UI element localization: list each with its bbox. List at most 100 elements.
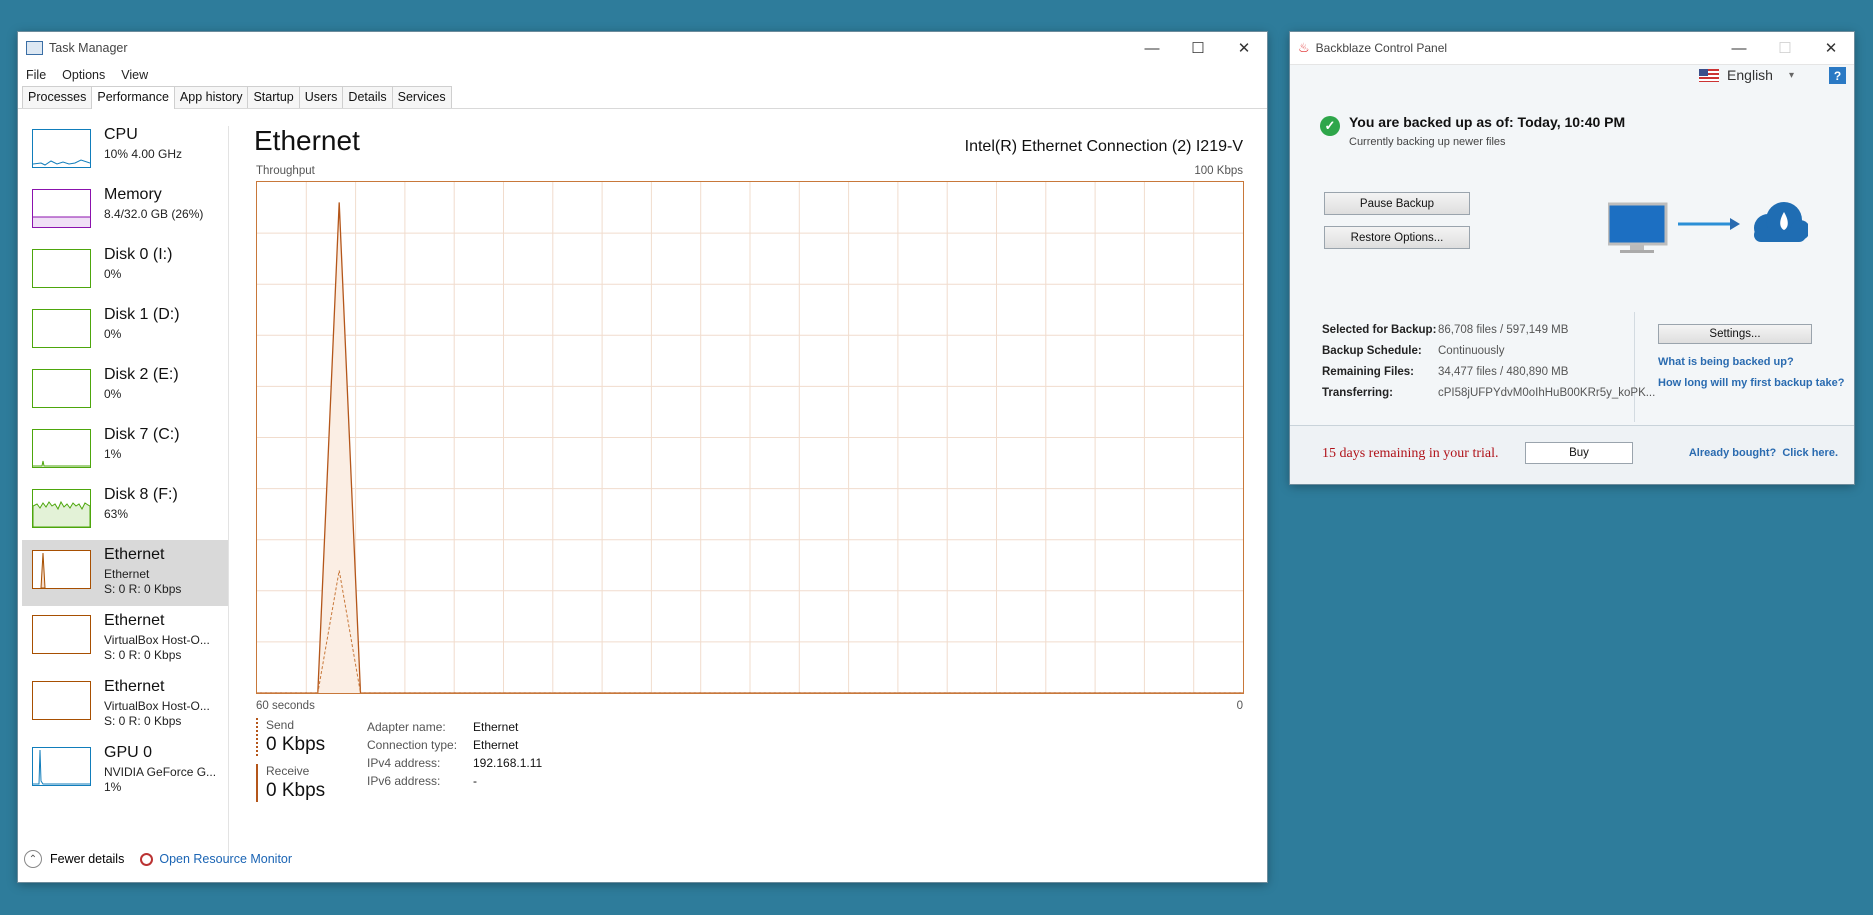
sidebar-item-disk-1[interactable]: Disk 1 (D:) 0% (22, 300, 228, 360)
receive-label: Receive (266, 764, 310, 778)
menu-view[interactable]: View (113, 68, 156, 82)
sidebar-item-ethernet-vbox-2[interactable]: Ethernet VirtualBox Host-O... S: 0 R: 0 … (22, 672, 228, 738)
ethernet-thumbnail (32, 681, 91, 720)
sidebar-item-value: VirtualBox Host-O... (104, 633, 210, 647)
sidebar-item-disk-8[interactable]: Disk 8 (F:) 63% (22, 480, 228, 540)
detail-value: 34,477 files / 480,890 MB (1438, 366, 1569, 378)
tab-app-history[interactable]: App history (173, 86, 249, 108)
settings-button[interactable]: Settings... (1658, 324, 1812, 344)
backblaze-flame-icon: ♨ (1298, 40, 1310, 55)
computer-icon (1606, 202, 1668, 253)
help-icon[interactable]: ? (1829, 67, 1846, 84)
close-icon[interactable]: ✕ (1808, 32, 1854, 64)
menu-file[interactable]: File (18, 68, 54, 82)
sidebar-item-disk-0[interactable]: Disk 0 (I:) 0% (22, 240, 228, 300)
graph-label: Throughput (256, 165, 315, 177)
graph-max-label: 100 Kbps (1194, 165, 1243, 177)
sidebar-item-title: Disk 1 (D:) (104, 306, 180, 323)
performance-sidebar: CPU 10% 4.00 GHz Memory 8.4/32.0 GB (26%… (22, 120, 228, 804)
sidebar-item-title: CPU (104, 126, 138, 143)
detail-row: Backup Schedule: Continuously (1322, 345, 1655, 366)
gpu-thumbnail (32, 747, 91, 786)
sidebar-item-gpu-0[interactable]: GPU 0 NVIDIA GeForce G... 1% (22, 738, 228, 804)
first-backup-time-link[interactable]: How long will my first backup take? (1658, 377, 1844, 398)
graph-x-right-label: 0 (1236, 700, 1243, 712)
minimize-icon[interactable]: — (1716, 32, 1762, 64)
task-manager-window: Task Manager — ☐ ✕ File Options View Pro… (18, 32, 1267, 882)
send-stat: Send 0 Kbps (256, 718, 325, 756)
help-links: What is being backed up? How long will m… (1658, 356, 1844, 398)
window-title: Backblaze Control Panel (1315, 41, 1448, 55)
tab-performance[interactable]: Performance (91, 86, 175, 109)
sidebar-item-value: 0% (104, 267, 122, 281)
tab-users[interactable]: Users (298, 86, 344, 108)
tm-footer: ⌃ Fewer details Open Resource Monitor (24, 850, 292, 868)
sidebar-item-ethernet[interactable]: Ethernet Ethernet S: 0 R: 0 Kbps (22, 540, 228, 606)
sidebar-item-value: 0% (104, 387, 122, 401)
arrow-icon (1678, 218, 1740, 230)
open-resource-monitor-link[interactable]: Open Resource Monitor (159, 852, 292, 866)
sidebar-item-value: 10% 4.00 GHz (104, 147, 183, 161)
sidebar-item-title: Ethernet (104, 678, 165, 695)
sidebar-item-cpu[interactable]: CPU 10% 4.00 GHz (22, 120, 228, 180)
property-row: IPv6 address: - (367, 774, 542, 792)
bb-titlebar[interactable]: ♨ Backblaze Control Panel — ☐ ✕ (1290, 32, 1854, 65)
sidebar-item-ethernet-vbox-1[interactable]: Ethernet VirtualBox Host-O... S: 0 R: 0 … (22, 606, 228, 672)
backup-details: Selected for Backup: 86,708 files / 597,1… (1322, 324, 1655, 408)
sidebar-item-rate: S: 0 R: 0 Kbps (104, 648, 182, 662)
property-key: IPv4 address: (367, 756, 441, 770)
property-key: Adapter name: (367, 720, 446, 734)
send-label: Send (266, 718, 295, 732)
sidebar-item-value: Ethernet (104, 567, 150, 581)
detail-row: Transferring: cPI58jUFPYdvM0oIhHuB00KRr5y… (1322, 387, 1655, 408)
window-title: Task Manager (49, 41, 128, 55)
sidebar-item-title: Disk 8 (F:) (104, 486, 178, 503)
menu-bar: File Options View (18, 64, 156, 86)
chevron-up-icon[interactable]: ⌃ (24, 850, 42, 868)
what-backed-up-link[interactable]: What is being backed up? (1658, 356, 1844, 377)
property-value: Ethernet (473, 738, 519, 752)
tab-processes[interactable]: Processes (22, 86, 93, 108)
buy-button[interactable]: Buy (1525, 442, 1633, 464)
sidebar-item-memory[interactable]: Memory 8.4/32.0 GB (26%) (22, 180, 228, 240)
sidebar-item-title: Disk 0 (I:) (104, 246, 173, 263)
fewer-details-link[interactable]: Fewer details (50, 852, 124, 866)
memory-thumbnail (32, 189, 91, 228)
resource-monitor-icon[interactable] (140, 852, 154, 866)
close-icon[interactable]: ✕ (1221, 32, 1267, 64)
receive-value: 0 Kbps (266, 780, 326, 801)
sidebar-item-value: 0% (104, 327, 122, 341)
sidebar-item-rate: S: 0 R: 0 Kbps (104, 582, 182, 596)
minimize-icon[interactable]: — (1129, 32, 1175, 64)
detail-value: Continuously (1438, 345, 1505, 357)
sidebar-item-title: GPU 0 (104, 744, 153, 761)
page-title: Ethernet (254, 125, 360, 156)
maximize-icon[interactable]: ☐ (1175, 32, 1221, 64)
backblaze-window: ♨ Backblaze Control Panel — ☐ ✕ English … (1290, 32, 1854, 484)
tab-startup[interactable]: Startup (247, 86, 300, 108)
sidebar-item-disk-7[interactable]: Disk 7 (C:) 1% (22, 420, 228, 480)
detail-value: cPI58jUFPYdvM0oIhHuB00KRr5y_koPK... (1438, 387, 1656, 399)
tab-services[interactable]: Services (391, 86, 452, 108)
send-value: 0 Kbps (266, 734, 326, 755)
property-row: Adapter name: Ethernet (367, 720, 542, 738)
disk-thumbnail (32, 249, 91, 288)
restore-options-button[interactable]: Restore Options... (1324, 226, 1470, 249)
status-subtext: Currently backing up newer files (1349, 136, 1506, 148)
ethernet-thumbnail (32, 615, 91, 654)
disk-thumbnail (32, 309, 91, 348)
property-row: IPv4 address: 192.168.1.11 (367, 756, 542, 774)
language-select[interactable]: English ▾ (1699, 67, 1794, 83)
cloud-icon (1754, 202, 1810, 242)
trial-text: 15 days remaining in your trial. (1322, 446, 1499, 461)
throughput-stats: Send 0 Kbps Receive 0 Kbps (256, 718, 325, 810)
sidebar-item-rate: S: 0 R: 0 Kbps (104, 714, 182, 728)
menu-options[interactable]: Options (54, 68, 113, 82)
pane-divider (228, 126, 229, 861)
sidebar-item-value: VirtualBox Host-O... (104, 699, 210, 713)
already-bought-link[interactable]: Already bought? Click here. (1689, 447, 1838, 459)
pause-backup-button[interactable]: Pause Backup (1324, 192, 1470, 215)
tm-titlebar[interactable]: Task Manager — ☐ ✕ (18, 32, 1267, 64)
tab-details[interactable]: Details (342, 86, 393, 108)
sidebar-item-disk-2[interactable]: Disk 2 (E:) 0% (22, 360, 228, 420)
